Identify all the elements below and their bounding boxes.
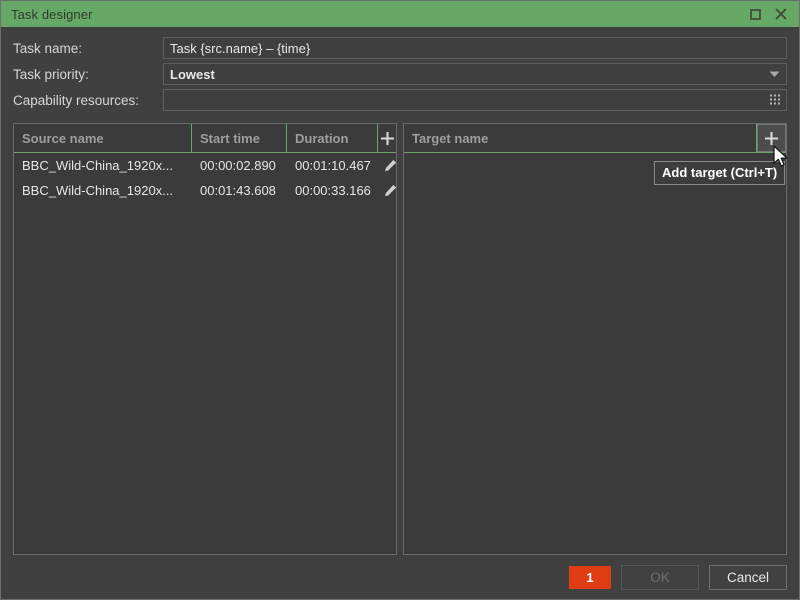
task-priority-row: Task priority: Lowest — [13, 63, 787, 85]
maximize-icon[interactable] — [747, 6, 763, 22]
target-panel-body — [404, 153, 786, 554]
cell-duration: 00:01:10.467 — [295, 158, 371, 173]
task-name-value: Task {src.name} – {time} — [170, 40, 311, 56]
column-header-start-time[interactable]: Start time — [192, 124, 287, 152]
column-header-target-name[interactable]: Target name — [404, 124, 756, 152]
row-actions — [378, 159, 396, 173]
cell-duration: 00:00:33.166 — [295, 183, 371, 198]
cell-source-name: BBC_Wild-China_1920x... — [22, 183, 174, 198]
form-area: Task name: Task {src.name} – {time} Task… — [1, 27, 799, 119]
cancel-button[interactable]: Cancel — [709, 564, 787, 590]
task-priority-select[interactable]: Lowest — [163, 63, 787, 85]
close-icon[interactable] — [773, 6, 789, 22]
source-panel: Source name Start time Duration BBC_Wild… — [13, 123, 397, 555]
target-panel-header: Target name — [404, 124, 786, 153]
source-panel-body: BBC_Wild-China_1920x... 00:00:02.890 00:… — [14, 153, 396, 554]
capability-resources-row: Capability resources: — [13, 89, 787, 111]
task-priority-value: Lowest — [170, 66, 215, 82]
target-panel: Target name — [403, 123, 787, 555]
table-row[interactable]: BBC_Wild-China_1920x... 00:00:02.890 00:… — [14, 153, 396, 178]
add-target-button[interactable] — [756, 124, 786, 152]
cell-source-name: BBC_Wild-China_1920x... — [22, 158, 174, 173]
column-header-source-name[interactable]: Source name — [14, 124, 192, 152]
status-badge[interactable]: 1 — [569, 565, 611, 589]
capability-resources-input[interactable] — [163, 89, 787, 111]
pencil-icon[interactable] — [384, 184, 396, 197]
add-source-button[interactable] — [378, 124, 396, 152]
grid-dots-icon[interactable] — [770, 94, 781, 106]
task-priority-label: Task priority: — [13, 66, 89, 82]
window-controls — [747, 6, 793, 22]
plus-icon — [757, 124, 786, 152]
table-row[interactable]: BBC_Wild-China_1920x... 00:01:43.608 00:… — [14, 178, 396, 203]
cell-start-time: 00:00:02.890 — [200, 158, 276, 173]
column-header-duration[interactable]: Duration — [287, 124, 378, 152]
title-bar: Task designer — [1, 1, 799, 27]
task-name-label: Task name: — [13, 40, 83, 56]
task-name-input[interactable]: Task {src.name} – {time} — [163, 37, 787, 59]
tooltip-add-target: Add target (Ctrl+T) — [654, 161, 786, 185]
source-panel-header: Source name Start time Duration — [14, 124, 396, 153]
task-designer-window: Task designer Task name: Task {src.name}… — [0, 0, 800, 600]
row-actions — [378, 184, 396, 198]
window-title: Task designer — [11, 6, 93, 22]
ok-button[interactable]: OK — [621, 564, 699, 590]
pencil-icon[interactable] — [384, 159, 396, 172]
plus-icon — [378, 124, 396, 152]
cell-start-time: 00:01:43.608 — [200, 183, 276, 198]
chevron-down-icon[interactable] — [769, 71, 780, 78]
task-name-row: Task name: Task {src.name} – {time} — [13, 37, 787, 59]
footer-bar: 1 OK Cancel — [1, 555, 799, 599]
capability-resources-label: Capability resources: — [13, 92, 140, 108]
